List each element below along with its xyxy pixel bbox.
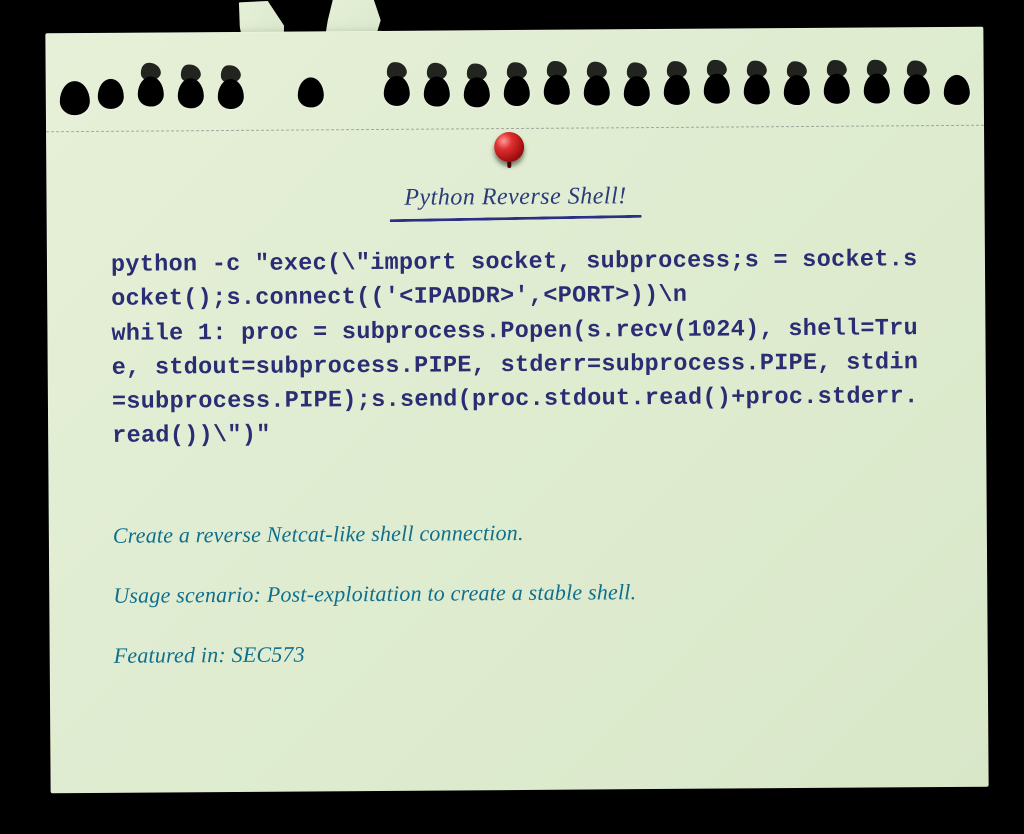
description-text: Create a reverse Netcat-like shell conne… xyxy=(113,517,923,549)
usage-scenario-text: Usage scenario: Post-exploitation to cre… xyxy=(113,577,923,609)
punch-hole xyxy=(98,79,124,109)
title-underline xyxy=(390,215,642,222)
punch-hole xyxy=(624,76,650,106)
punch-hole xyxy=(138,76,164,106)
note-paper: Python Reverse Shell! python -c "exec(\"… xyxy=(45,27,988,794)
punch-hole xyxy=(824,74,850,104)
punch-hole xyxy=(784,75,810,105)
punch-hole xyxy=(904,74,930,104)
punch-hole xyxy=(864,73,890,103)
punch-hole xyxy=(704,74,730,104)
punch-hole xyxy=(384,76,410,106)
featured-in-text: Featured in: SEC573 xyxy=(114,637,924,669)
punch-hole xyxy=(298,77,324,107)
punch-hole xyxy=(178,78,204,108)
punch-hole xyxy=(218,79,244,109)
code-snippet: python -c "exec(\"import socket, subproc… xyxy=(111,243,922,454)
paper-surface: Python Reverse Shell! python -c "exec(\"… xyxy=(45,27,988,794)
push-pin-icon xyxy=(494,132,530,168)
punch-hole xyxy=(944,75,970,105)
punch-hole xyxy=(584,75,610,105)
spiral-holes-row xyxy=(45,27,984,126)
punch-hole xyxy=(60,81,90,115)
punch-hole xyxy=(664,75,690,105)
punch-hole xyxy=(504,76,530,106)
punch-hole xyxy=(744,74,770,104)
punch-hole xyxy=(544,75,570,105)
note-title-block: Python Reverse Shell! xyxy=(46,181,984,224)
punch-hole xyxy=(424,76,450,106)
note-title: Python Reverse Shell! xyxy=(404,183,627,212)
punch-hole xyxy=(464,77,490,107)
